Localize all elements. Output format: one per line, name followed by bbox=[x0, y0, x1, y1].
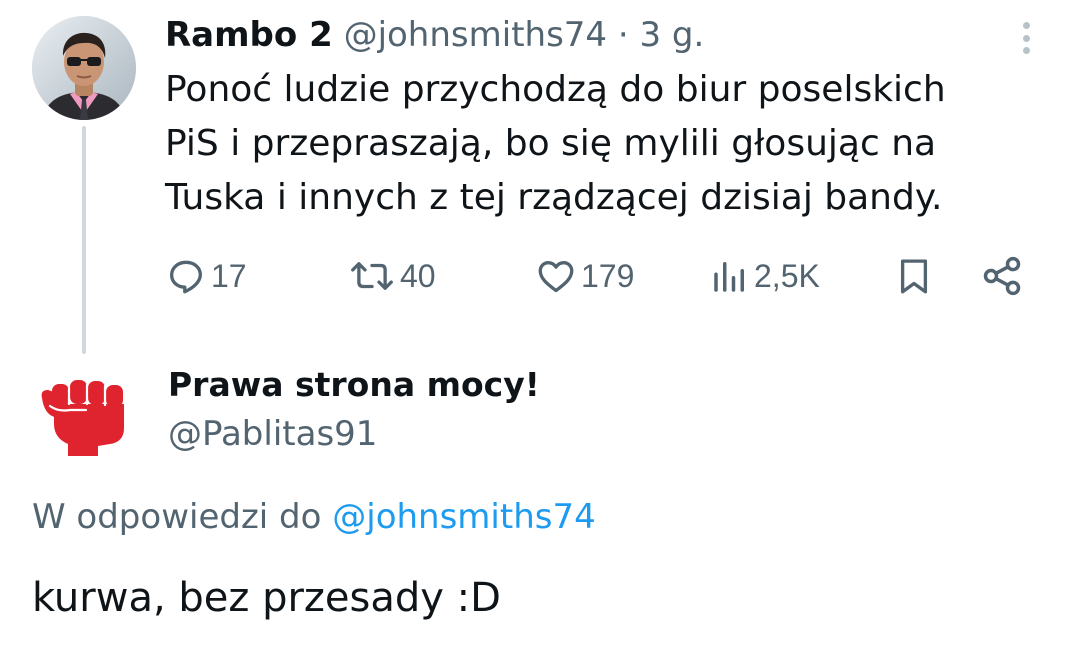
tweet-text-line: Ponoć ludzie przychodzą do biur poselski… bbox=[165, 69, 946, 110]
views-icon bbox=[714, 262, 744, 292]
reply-count: 17 bbox=[211, 257, 247, 294]
views-count: 2,5K bbox=[754, 257, 820, 294]
tweet-body: Ponoć ludzie przychodzą do biur poselski… bbox=[165, 63, 1055, 225]
replying-to-mention-link[interactable]: @johnsmiths74 bbox=[332, 497, 595, 537]
retweet-button[interactable]: 40 bbox=[348, 250, 436, 302]
reply-tweet-text: kurwa, bez przesady :D bbox=[32, 575, 501, 621]
like-count: 179 bbox=[581, 257, 635, 294]
share-icon bbox=[983, 256, 1021, 296]
reply-button[interactable]: 17 bbox=[165, 250, 247, 302]
reply-icon bbox=[169, 260, 203, 294]
tweet-header: Rambo 2 @johnsmiths74 · 3 g. bbox=[165, 11, 704, 59]
header-separator: · bbox=[617, 15, 629, 55]
replying-to-line: W odpowiedzi do @johnsmiths74 bbox=[32, 492, 596, 542]
author-avatar[interactable] bbox=[32, 16, 136, 120]
like-button[interactable]: 179 bbox=[535, 250, 634, 302]
author-name[interactable]: Rambo 2 bbox=[165, 15, 333, 55]
tweet-timestamp[interactable]: 3 g. bbox=[639, 15, 704, 55]
thread-connector-line bbox=[82, 126, 86, 354]
tweet-actions-bar: 17 40 179 2,5K bbox=[0, 250, 1080, 302]
views-button[interactable]: 2,5K bbox=[710, 250, 820, 302]
reply-author-name[interactable]: Prawa strona mocy! bbox=[168, 360, 540, 410]
author-handle[interactable]: @johnsmiths74 bbox=[344, 15, 607, 55]
tweet-text-line: PiS i przepraszają, bo się mylili głosuj… bbox=[165, 123, 937, 164]
raised-fist-icon bbox=[41, 380, 124, 456]
tweet-text-line: Tuska i innych z tej rządzącej dzisiaj b… bbox=[165, 177, 943, 218]
bookmark-button[interactable] bbox=[893, 250, 935, 302]
avatar-photo bbox=[32, 16, 136, 120]
reply-author-handle[interactable]: @Pablitas91 bbox=[168, 410, 377, 458]
reply-author-avatar[interactable] bbox=[38, 372, 130, 456]
bookmark-icon bbox=[900, 259, 928, 294]
replying-to-label: W odpowiedzi do bbox=[32, 497, 322, 537]
share-button[interactable] bbox=[980, 250, 1024, 302]
heart-icon bbox=[538, 261, 574, 293]
retweet-count: 40 bbox=[400, 257, 436, 294]
more-vertical-icon[interactable] bbox=[1008, 18, 1044, 58]
retweet-icon bbox=[351, 262, 393, 290]
